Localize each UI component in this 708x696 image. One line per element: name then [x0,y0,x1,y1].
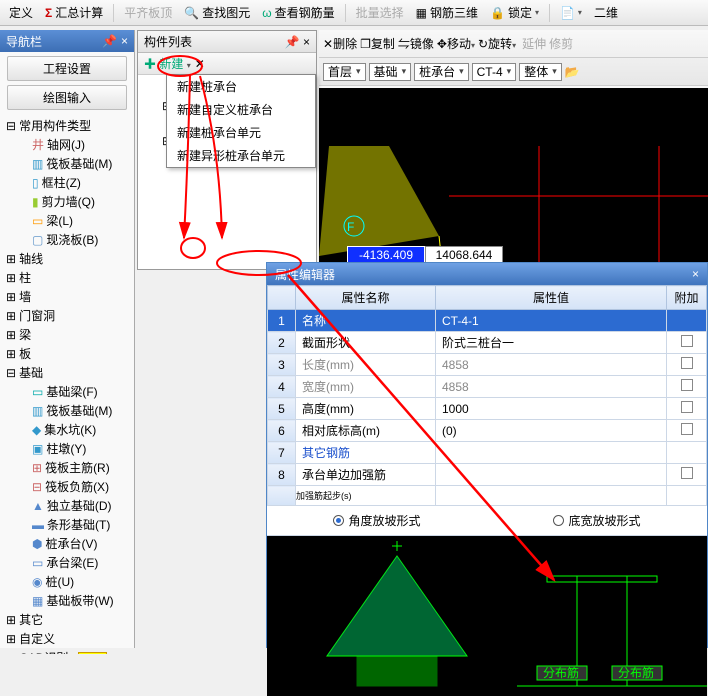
tree-group[interactable]: ⊞柱 [6,268,130,287]
define-btn[interactable]: 定义 [4,2,38,23]
tree-item[interactable]: ▬条形基础(T) [32,515,130,534]
tree-item[interactable]: 井轴网(J) [32,135,130,154]
tree-group[interactable]: ⊞其它 [6,610,130,629]
trim-btn: 修剪 [549,35,573,52]
property-row[interactable]: 8承台单边加强筋 [268,464,707,486]
tree-group[interactable]: ⊞板 [6,344,130,363]
tree-item[interactable]: ▥筏板基础(M) [32,401,130,420]
item-select[interactable]: CT-4▾ [472,63,517,81]
move-btn[interactable]: ✥移动▾ [437,35,475,52]
viewbar-btn[interactable]: ω查看钢筋量 [257,2,339,23]
project-settings-btn[interactable]: 工程设置 [7,56,127,81]
radio-angle[interactable]: 角度放坡形式 [333,512,420,529]
lock-btn[interactable]: 🔒锁定▾ [485,2,544,23]
close-icon[interactable]: × [692,267,699,281]
property-row[interactable]: 2截面形状阶式三桩台一 [268,332,707,354]
tree-item[interactable]: ▣柱墩(Y) [32,439,130,458]
canvas-area: ✕删除 ❐复制 ⇋镜像 ✥移动▾ ↻旋转▾ 延伸 修剪 首层▾ 基础▾ 桩承台▾… [319,30,708,270]
nav-panel: 导航栏 📌× 工程设置 绘图输入 ⊟常用构件类型 井轴网(J) ▥筏板基础(M)… [0,30,135,648]
tree-group[interactable]: ⊞墙 [6,287,130,306]
tree-item[interactable]: ⊞筏板主筋(R) [32,458,130,477]
property-row[interactable]: 4宽度(mm)4858 [268,376,707,398]
flat-btn: 平齐板顶 [119,2,177,23]
slope-form-radios[interactable]: 角度放坡形式 底宽放坡形式 [267,506,707,536]
doc-btn[interactable]: 📄▾ [555,4,587,22]
property-row[interactable]: 加强筋起步(s) [268,486,707,506]
drawing-canvas[interactable]: F [319,88,708,270]
new-component-btn[interactable]: ✚ 新建 ▾ [144,55,191,72]
tree-group[interactable]: ⊞梁 [6,325,130,344]
close-icon[interactable]: × [303,35,310,49]
tree-group: ⊟常用构件类型 [6,116,130,135]
property-row[interactable]: 3长度(mm)4858 [268,354,707,376]
property-row[interactable]: 1名称CT-4-1 [268,310,707,332]
radio-width[interactable]: 底宽放坡形式 [553,512,640,529]
2d-btn[interactable]: 二维 [589,2,623,23]
mirror-btn[interactable]: ⇋镜像 [398,35,434,52]
main-toolbar-1: 定义 Σ汇总计算 平齐板顶 🔍查找图元 ω查看钢筋量 批量选择 ▦钢筋三维 🔒锁… [0,0,708,26]
copy-btn[interactable]: ❐复制 [360,35,395,52]
svg-text:F: F [347,220,354,234]
close-icon[interactable]: × [121,34,128,48]
menu-item[interactable]: 新建桩承台 [167,75,315,98]
svg-text:分布筋: 分布筋 [543,665,579,680]
bar3d-btn[interactable]: ▦钢筋三维 [411,2,483,23]
property-editor-title: 属性编辑器× [267,263,707,285]
open-btn[interactable]: 📂 [565,65,580,79]
tree-item[interactable]: ▢现浇板(B) [32,230,130,249]
property-editor: 属性编辑器× 属性名称 属性值 附加 1名称CT-4-1 2截面形状阶式三桩台一… [266,262,708,648]
menu-item[interactable]: 新建桩承台单元 [167,121,315,144]
menu-item[interactable]: 新建自定义桩承台 [167,98,315,121]
tree-item[interactable]: ▭承台梁(E) [32,553,130,572]
property-row[interactable]: 5高度(mm)1000 [268,398,707,420]
extend-btn: 延伸 [522,35,546,52]
tree-item[interactable]: ▭基础梁(F) [32,382,130,401]
tree-group[interactable]: ⊞自定义 [6,629,130,648]
draw-input-btn[interactable]: 绘图输入 [7,85,127,110]
tree-item[interactable]: ▦基础板带(W) [32,591,130,610]
tree-item[interactable]: ▥筏板基础(M) [32,154,130,173]
pin-icon[interactable]: 📌 [102,34,117,48]
tree-group[interactable]: ⊞轴线 [6,249,130,268]
nav-title: 导航栏 📌× [0,30,134,52]
batchsel-btn: 批量选择 [351,2,409,23]
tree-item[interactable]: ▭梁(L) [32,211,130,230]
delete-btn[interactable]: ✕删除 [323,35,357,52]
section-preview: 分布筋 分布筋 [267,536,707,696]
property-row[interactable]: 7其它钢筋 [268,442,707,464]
menu-item[interactable]: 新建异形桩承台单元 [167,144,315,167]
tree-item[interactable]: ▮剪力墙(Q) [32,192,130,211]
pin-icon[interactable]: 📌 [285,35,300,49]
tree-group[interactable]: ⊞门窗洞 [6,306,130,325]
tree-group[interactable]: ⊞CAD识别 NEW [6,648,130,654]
scope-select[interactable]: 整体▾ [519,63,562,81]
svg-text:分布筋: 分布筋 [618,665,654,680]
subcat-select[interactable]: 桩承台▾ [414,63,469,81]
category-select[interactable]: 基础▾ [369,63,412,81]
tree-item[interactable]: ▲独立基础(D) [32,496,130,515]
tree-group[interactable]: ⊟基础 [6,363,130,382]
close-icon[interactable]: ✕ [195,57,205,71]
sum-btn[interactable]: Σ汇总计算 [40,2,108,23]
property-row[interactable]: 6相对底标高(m)(0) [268,420,707,442]
tree-item[interactable]: ⬢桩承台(V) [32,534,130,553]
property-table[interactable]: 属性名称 属性值 附加 1名称CT-4-1 2截面形状阶式三桩台一 3长度(mm… [267,285,707,506]
tree-item[interactable]: ◆集水坑(K) [32,420,130,439]
tree-item[interactable]: ◉桩(U) [32,572,130,591]
component-list-title: 构件列表 📌 × [138,31,316,53]
nav-tree[interactable]: ⊟常用构件类型 井轴网(J) ▥筏板基础(M) ▯框柱(Z) ▮剪力墙(Q) ▭… [0,114,134,654]
new-component-menu[interactable]: 新建桩承台 新建自定义桩承台 新建桩承台单元 新建异形桩承台单元 [166,74,316,168]
tree-item[interactable]: ⊟筏板负筋(X) [32,477,130,496]
floor-select[interactable]: 首层▾ [323,63,366,81]
rotate-btn[interactable]: ↻旋转▾ [478,35,516,52]
find-btn[interactable]: 🔍查找图元 [179,2,255,23]
tree-item[interactable]: ▯框柱(Z) [32,173,130,192]
